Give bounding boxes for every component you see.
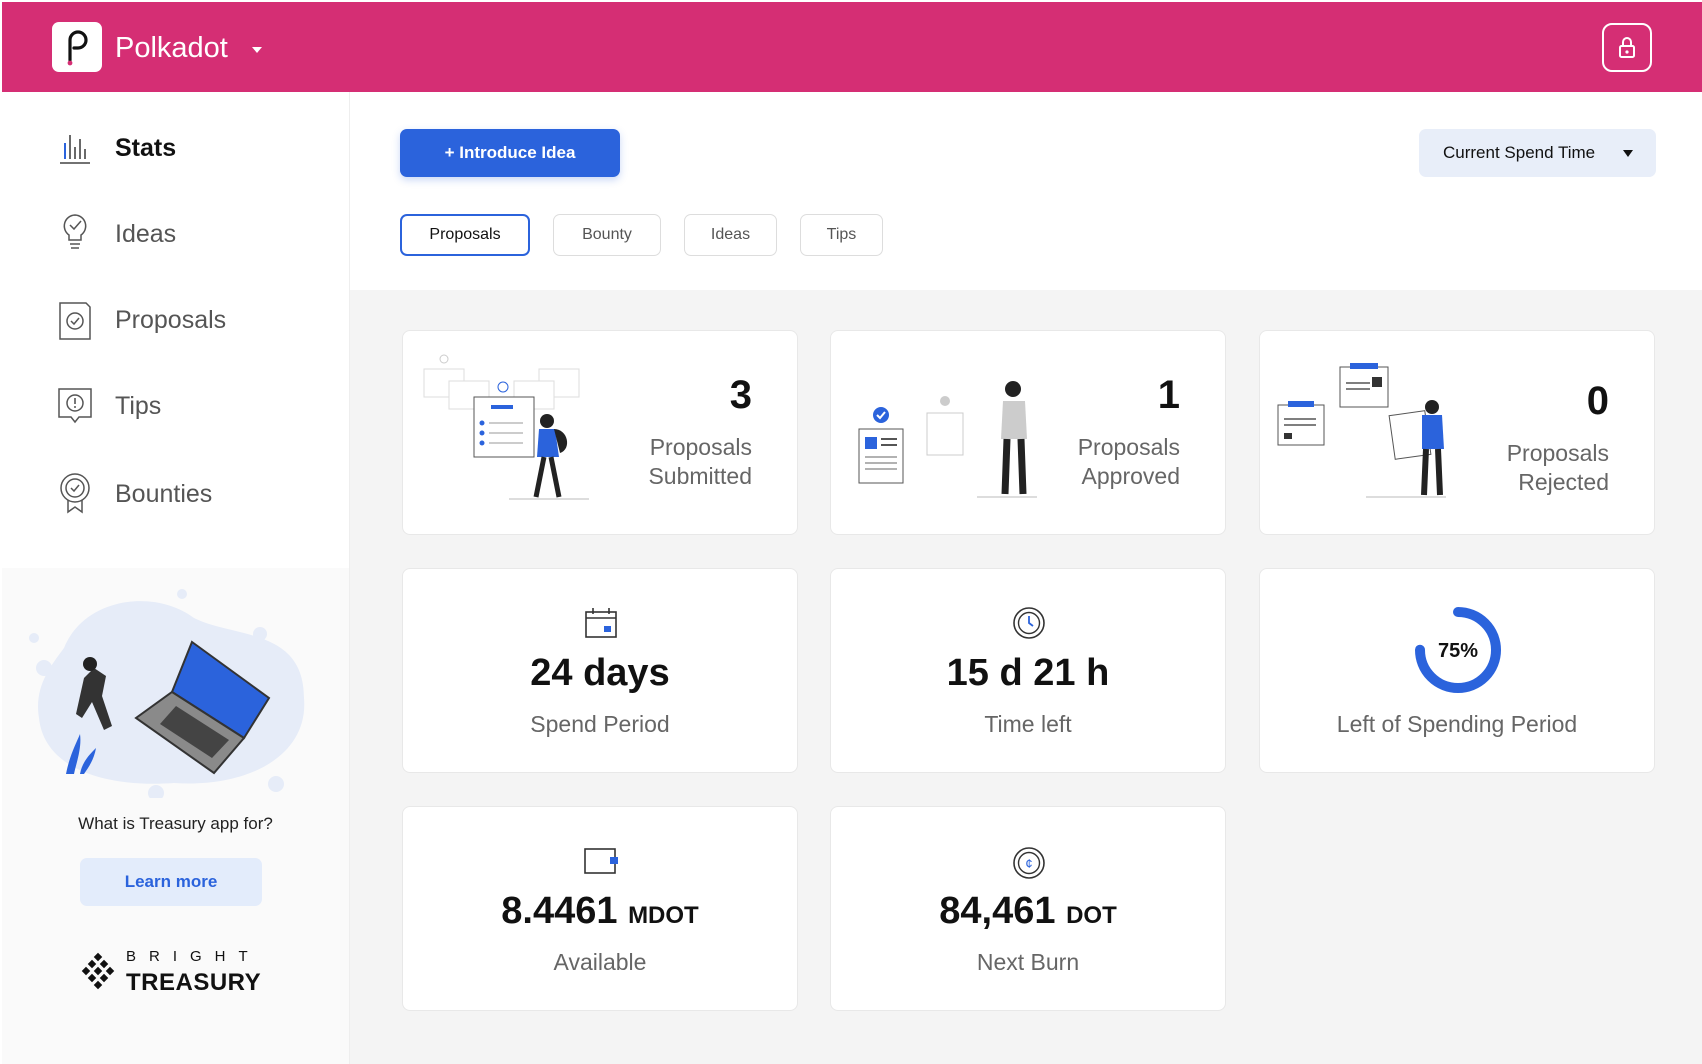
treasury-logo-icon [81, 952, 115, 990]
top-bar: Polkadot [2, 2, 1702, 92]
coin-icon: ¢ [1013, 847, 1045, 879]
next-burn-amount: 84,461 [939, 890, 1056, 932]
time-left-value: 15 d 21 h [946, 652, 1110, 694]
sidebar-item-label: Proposals [115, 306, 227, 334]
main-content: + Introduce Idea Current Spend Time Prop… [350, 92, 1702, 1064]
next-burn-value: 84,461 DOT [831, 890, 1225, 933]
label-line-1: Proposals [649, 434, 752, 460]
brand-bottom: TREASURY [126, 969, 262, 996]
sidebar-item-label: Ideas [115, 220, 177, 248]
tab-proposals[interactable]: Proposals [400, 214, 530, 256]
spend-time-dropdown[interactable]: Current Spend Time [1419, 129, 1656, 177]
available-amount: 8.4461 [501, 890, 618, 932]
sidebar-item-label: Tips [115, 392, 162, 420]
sidebar-nav: Stats Ideas Proposals Tips Bounties [2, 92, 349, 568]
sidebar-item-label: Bounties [115, 480, 213, 508]
treasury-promo: What is Treasury app for? Learn more BRI… [2, 568, 349, 1064]
proposals-submitted-count: 3 [729, 373, 752, 417]
proposals-rejected-label: Proposals Rejected [1409, 439, 1609, 497]
spend-period-card: 24 days Spend Period [402, 568, 798, 773]
proposals-submitted-label: Proposals Submitted [552, 433, 752, 491]
available-value: 8.4461 MDOT [403, 890, 797, 933]
proposals-approved-count: 1 [1157, 373, 1180, 417]
brand-top: BRIGHT [126, 948, 261, 965]
toolbar: + Introduce Idea Current Spend Time Prop… [350, 92, 1702, 290]
lock-icon [1619, 37, 1635, 58]
tab-bounty[interactable]: Bounty [553, 214, 661, 256]
bright-treasury-logo: BRIGHT TREASURY [80, 948, 270, 998]
proposals-rejected-card: 0 Proposals Rejected [1259, 330, 1655, 535]
app-window: Polkadot Stats Ideas Proposals Tips Boun… [2, 2, 1702, 1064]
next-burn-label: Next Burn [976, 949, 1080, 975]
spend-time-label: Current Spend Time [1443, 143, 1596, 162]
learn-more-button[interactable]: Learn more [80, 858, 262, 906]
left-of-spending-period-label: Left of Spending Period [1336, 711, 1578, 737]
introduce-idea-button[interactable]: + Introduce Idea [400, 129, 620, 177]
sidebar-item-proposals[interactable]: Proposals [2, 284, 349, 354]
progress-ring: 75% [1415, 607, 1501, 693]
next-burn-unit: DOT [1066, 902, 1117, 929]
spending-period-progress-card: 75% Left of Spending Period [1259, 568, 1655, 773]
available-card: 8.4461 MDOT Available [402, 806, 798, 1011]
badge-icon [60, 473, 90, 514]
sidebar-item-ideas[interactable]: Ideas [2, 198, 349, 268]
chevron-down-icon[interactable] [252, 47, 262, 53]
sidebar-item-bounties[interactable]: Bounties [2, 458, 349, 528]
tab-tips[interactable]: Tips [800, 214, 883, 256]
sidebar-item-label: Stats [115, 134, 177, 162]
time-left-card: 15 d 21 h Time left [830, 568, 1226, 773]
label-line-1: Proposals [1077, 434, 1180, 460]
proposals-submitted-card: 3 Proposals Submitted [402, 330, 798, 535]
tab-ideas[interactable]: Ideas [684, 214, 777, 256]
lock-button[interactable] [1602, 23, 1652, 72]
progress-percent: 75% [1438, 640, 1478, 662]
tip-alert-icon [58, 388, 92, 424]
sidebar-item-stats[interactable]: Stats [2, 112, 349, 182]
polkadot-logo-icon[interactable] [52, 22, 102, 72]
label-line-2: Submitted [648, 463, 752, 489]
available-label: Available [553, 949, 647, 975]
proposals-approved-label: Proposals Approved [980, 433, 1180, 491]
network-name[interactable]: Polkadot [115, 32, 228, 65]
promo-question: What is Treasury app for? [78, 814, 273, 833]
proposal-check-icon [59, 302, 91, 340]
sidebar: Stats Ideas Proposals Tips Bounties What… [2, 92, 350, 1064]
spend-period-label: Spend Period [530, 711, 670, 737]
spend-period-value: 24 days [530, 652, 670, 694]
next-burn-card: ¢ 84,461 DOT Next Burn [830, 806, 1226, 1011]
svg-text:¢: ¢ [1025, 856, 1032, 871]
label-line-1: Proposals [1506, 440, 1609, 466]
bar-chart-icon [60, 135, 90, 164]
available-unit: MDOT [628, 902, 699, 929]
caret-down-icon [1623, 150, 1633, 157]
proposals-rejected-count: 0 [1586, 379, 1609, 423]
wallet-icon [584, 848, 618, 874]
calendar-icon [585, 608, 617, 638]
clock-icon [1013, 607, 1045, 639]
laptop-illustration [29, 589, 305, 798]
proposals-approved-card: 1 Proposals Approved [830, 330, 1226, 535]
sidebar-item-tips[interactable]: Tips [2, 370, 349, 440]
time-left-label: Time left [984, 711, 1072, 737]
label-line-2: Rejected [1518, 469, 1609, 495]
label-line-2: Approved [1081, 463, 1180, 489]
lightbulb-icon [63, 214, 87, 249]
